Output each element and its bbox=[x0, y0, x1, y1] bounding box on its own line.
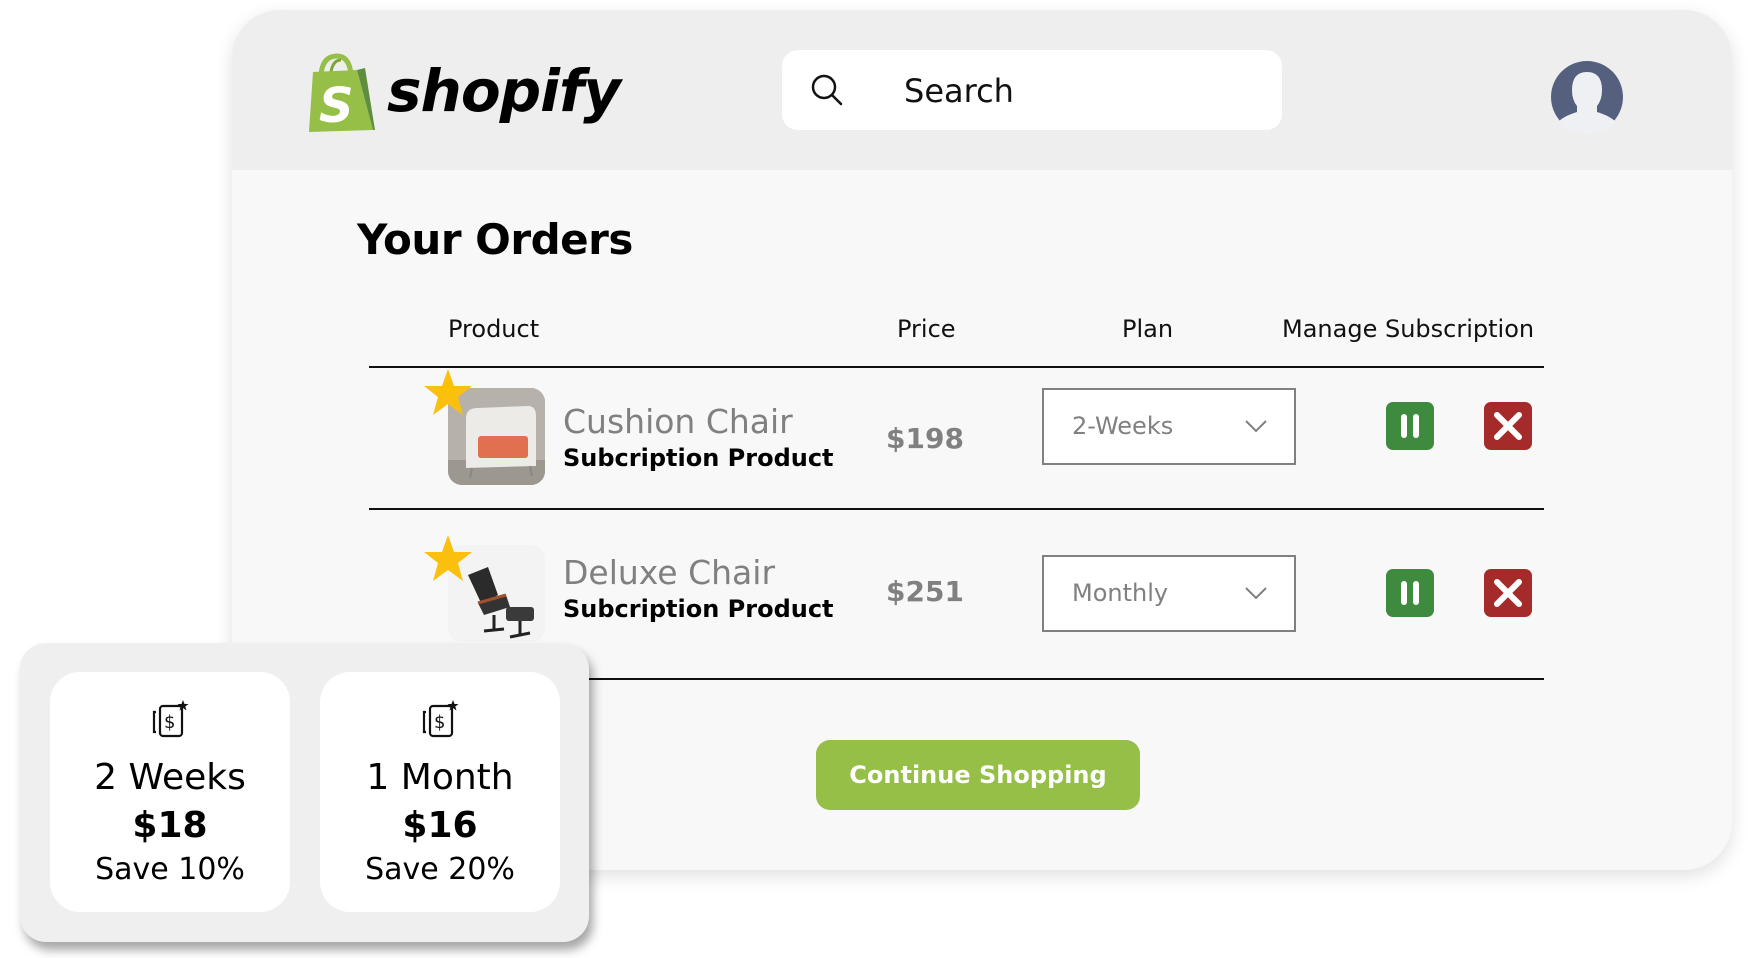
shopify-bag-icon: S bbox=[309, 53, 375, 134]
chevron-down-icon bbox=[1244, 418, 1268, 437]
plan-select[interactable]: Monthly bbox=[1042, 555, 1296, 632]
page-title: Your Orders bbox=[357, 215, 633, 264]
product-subtitle: Subcription Product bbox=[563, 444, 834, 472]
subscription-dollar-icon: $ bbox=[420, 700, 460, 744]
column-header-manage-subscription: Manage Subscription bbox=[1282, 315, 1535, 343]
column-header-product: Product bbox=[448, 315, 540, 343]
pause-icon bbox=[1401, 414, 1419, 438]
continue-shopping-button[interactable]: Continue Shopping bbox=[816, 740, 1140, 810]
table-divider bbox=[369, 366, 1544, 368]
top-header: S shopify bbox=[232, 10, 1732, 170]
plan-select-value: 2-Weeks bbox=[1072, 412, 1174, 440]
svg-text:$: $ bbox=[434, 712, 445, 733]
search-input[interactable] bbox=[902, 68, 1266, 114]
column-header-price: Price bbox=[897, 315, 956, 343]
column-header-plan: Plan bbox=[1122, 315, 1174, 343]
plan-period: 2 Weeks bbox=[94, 757, 246, 798]
svg-text:$: $ bbox=[164, 712, 175, 733]
chevron-down-icon bbox=[1244, 585, 1268, 604]
search-icon bbox=[810, 73, 844, 111]
svg-text:S: S bbox=[319, 78, 354, 134]
plan-select[interactable]: 2-Weeks bbox=[1042, 388, 1296, 465]
featured-star-icon bbox=[422, 367, 474, 419]
close-icon bbox=[1494, 579, 1522, 607]
featured-star-icon bbox=[422, 533, 474, 585]
shopify-logo[interactable]: S shopify bbox=[307, 48, 621, 138]
close-icon bbox=[1494, 412, 1522, 440]
plan-period: 1 Month bbox=[366, 757, 514, 798]
plan-price: $18 bbox=[132, 805, 208, 846]
pause-subscription-button[interactable] bbox=[1386, 402, 1434, 450]
plan-options-panel: $ 2 Weeks $18 Save 10% $ 1 Month $16 Sav… bbox=[20, 643, 589, 942]
product-price: $198 bbox=[886, 422, 964, 455]
subscription-dollar-icon: $ bbox=[150, 700, 190, 744]
pause-subscription-button[interactable] bbox=[1386, 569, 1434, 617]
pause-icon bbox=[1401, 581, 1419, 605]
plan-price: $16 bbox=[402, 805, 478, 846]
product-name[interactable]: Cushion Chair bbox=[563, 402, 793, 441]
table-divider bbox=[369, 508, 1544, 510]
user-avatar-icon[interactable] bbox=[1550, 60, 1624, 134]
plan-savings: Save 20% bbox=[365, 852, 515, 887]
product-subtitle: Subcription Product bbox=[563, 595, 834, 623]
product-name[interactable]: Deluxe Chair bbox=[563, 553, 775, 592]
search-bar[interactable] bbox=[782, 50, 1282, 130]
cancel-subscription-button[interactable] bbox=[1484, 402, 1532, 450]
cancel-subscription-button[interactable] bbox=[1484, 569, 1532, 617]
plan-select-value: Monthly bbox=[1072, 579, 1169, 607]
brand-wordmark: shopify bbox=[387, 57, 621, 125]
plan-option-card[interactable]: $ 1 Month $16 Save 20% bbox=[320, 672, 560, 912]
product-price: $251 bbox=[886, 575, 964, 608]
plan-option-card[interactable]: $ 2 Weeks $18 Save 10% bbox=[50, 672, 290, 912]
plan-savings: Save 10% bbox=[95, 852, 245, 887]
